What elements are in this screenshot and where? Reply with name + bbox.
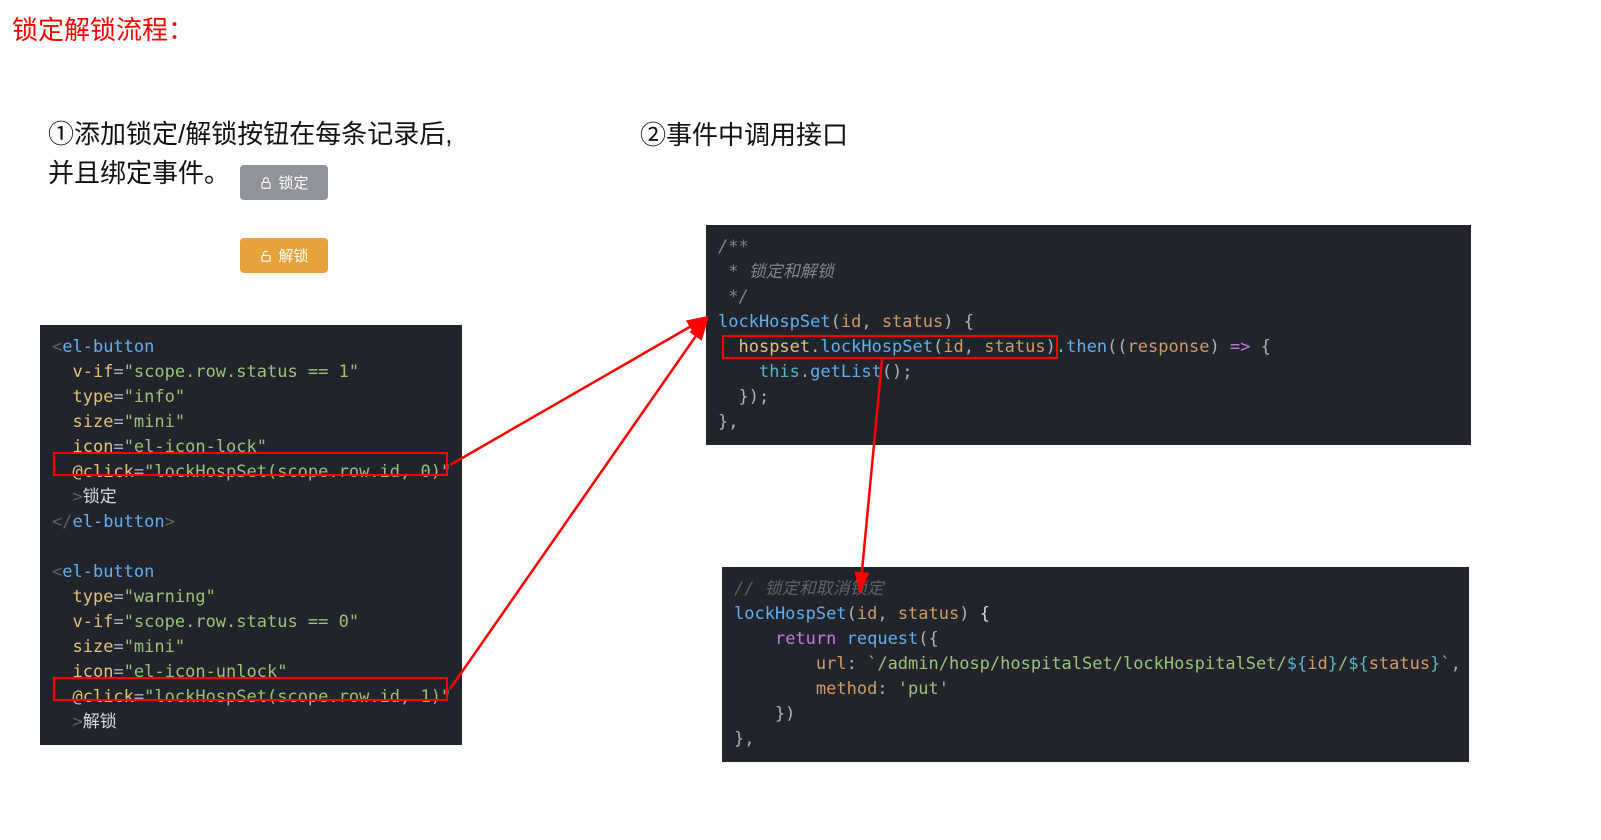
unlock-button-label: 解锁 (278, 245, 308, 266)
page-title: 锁定解锁流程： (12, 10, 194, 47)
button-preview: 锁定 解锁 (225, 163, 343, 295)
lock-button-label: 锁定 (278, 172, 308, 193)
code-event-method: /** * 锁定和解锁 */ lockHospSet(id, status) {… (706, 225, 1471, 445)
lock-button[interactable]: 锁定 (240, 165, 328, 200)
code-api-request: // 锁定和取消锁定 lockHospSet(id, status) { ret… (722, 567, 1469, 762)
step2-text: ②事件中调用接口 (640, 115, 848, 152)
lock-icon (259, 176, 273, 190)
code-template-buttons: <el-button v-if="scope.row.status == 1" … (40, 325, 462, 745)
unlock-button[interactable]: 解锁 (240, 238, 328, 273)
unlock-icon (259, 249, 273, 263)
